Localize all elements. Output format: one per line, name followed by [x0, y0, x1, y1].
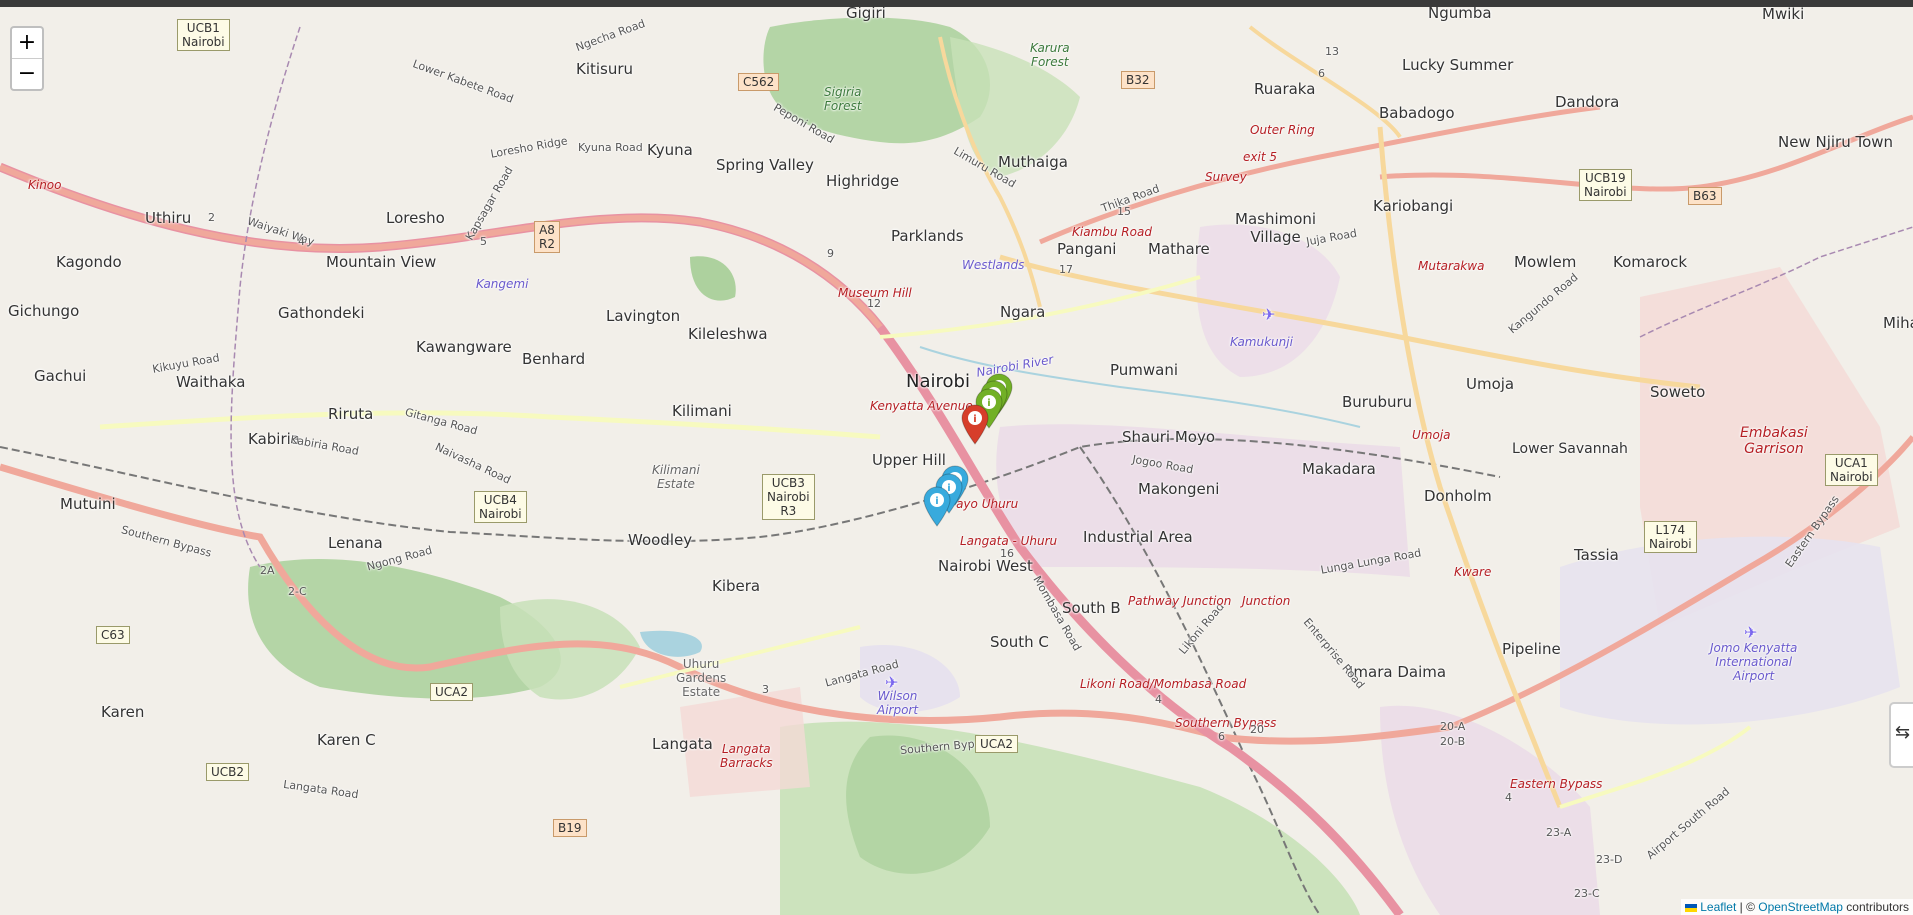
shield-ucb2: UCB2	[206, 763, 250, 781]
ukraine-flag-icon	[1684, 903, 1697, 912]
shield-uca2-south: UCA2	[975, 735, 1019, 753]
openstreetmap-link[interactable]: OpenStreetMap	[1758, 900, 1843, 914]
svg-text:i: i	[935, 496, 938, 507]
shield-ucb3: UCB3 Nairobi R3	[762, 474, 815, 520]
shield-b63: B63	[1688, 187, 1722, 205]
shield-c562: C562	[738, 73, 780, 91]
layers-icon: ⇆	[1895, 722, 1911, 743]
shield-ucb4: UCB4 Nairobi	[474, 491, 527, 523]
map-view[interactable]: Gigiri Ngumba Mwiki Kitisuru Karura Fore…	[0, 7, 1913, 915]
info-icon: i	[923, 486, 951, 527]
zoom-out-button[interactable]: −	[12, 58, 42, 89]
shield-l174: L174 Nairobi	[1644, 521, 1697, 553]
attribution-separator: | ©	[1736, 900, 1759, 914]
map-attribution: Leaflet | © OpenStreetMap contributors	[1680, 899, 1913, 915]
attribution-contributors: contributors	[1842, 900, 1909, 914]
shield-b19: B19	[553, 819, 587, 837]
leaflet-link[interactable]: Leaflet	[1700, 900, 1736, 914]
browser-top-bar	[0, 0, 1913, 7]
info-icon: i	[961, 404, 989, 445]
shield-b32: B32	[1121, 71, 1155, 89]
zoom-control: + −	[10, 26, 44, 91]
svg-text:i: i	[973, 414, 976, 425]
shield-ucb1: UCB1 Nairobi	[177, 19, 230, 51]
layers-control-button[interactable]: ⇆	[1889, 702, 1913, 768]
shield-a8: A8 R2	[534, 221, 560, 253]
shield-c63: C63	[96, 626, 130, 644]
map-tiles	[0, 17, 1913, 915]
shield-uca2: UCA2	[430, 683, 474, 701]
zoom-in-button[interactable]: +	[12, 28, 42, 58]
red-map-marker[interactable]: i	[960, 403, 990, 445]
blue-map-marker[interactable]: i	[922, 485, 952, 527]
shield-ucb19: UCB19 Nairobi	[1579, 169, 1632, 201]
shield-uca1: UCA1 Nairobi	[1825, 454, 1878, 486]
